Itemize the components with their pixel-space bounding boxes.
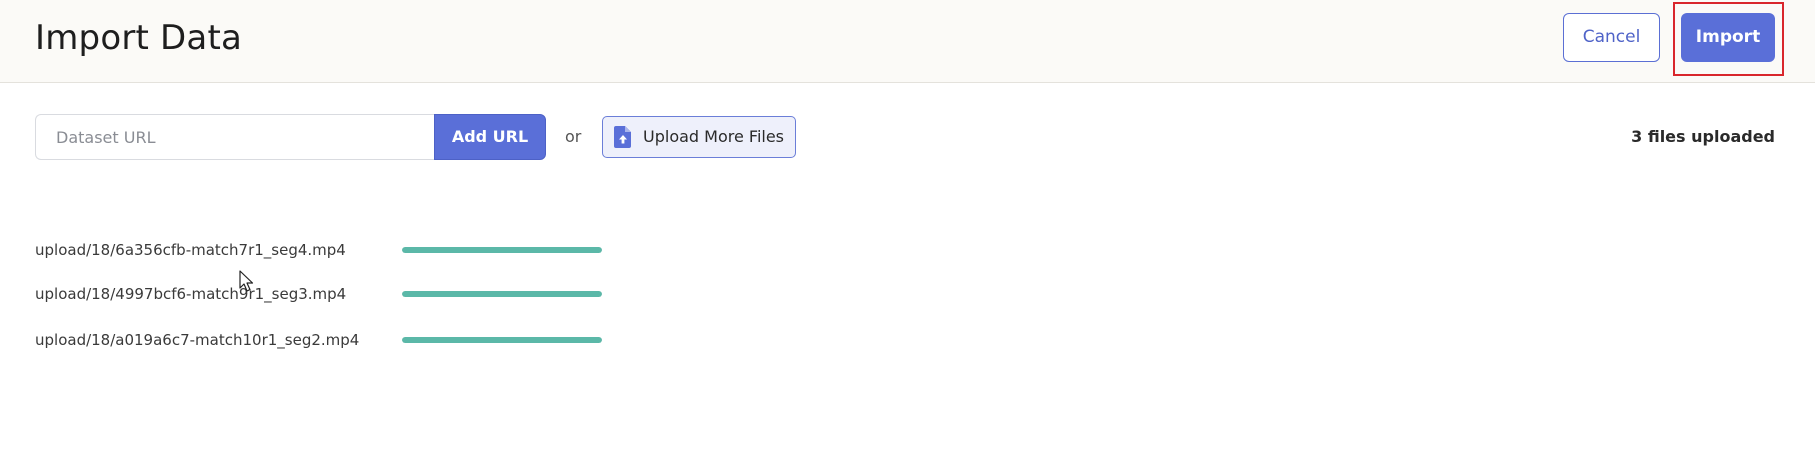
- file-name: upload/18/a019a6c7-match10r1_seg2.mp4: [35, 331, 360, 349]
- file-upload-icon: [614, 126, 631, 148]
- file-row: upload/18/4997bcf6-match9r1_seg3.mp4: [35, 282, 635, 306]
- upload-progress-fill: [402, 337, 602, 343]
- upload-progress-bar: [402, 247, 602, 253]
- upload-more-files-button[interactable]: Upload More Files: [602, 116, 796, 158]
- page-header: Import Data Cancel Import: [0, 0, 1815, 83]
- mouse-cursor-icon: [239, 270, 254, 292]
- file-name: upload/18/6a356cfb-match7r1_seg4.mp4: [35, 241, 346, 259]
- upload-progress-fill: [402, 247, 602, 253]
- or-separator: or: [565, 127, 582, 146]
- page-title: Import Data: [35, 18, 243, 58]
- upload-more-files-label: Upload More Files: [643, 127, 785, 146]
- file-row: upload/18/a019a6c7-match10r1_seg2.mp4: [35, 328, 635, 352]
- import-button[interactable]: Import: [1681, 13, 1775, 62]
- upload-progress-bar: [402, 291, 602, 297]
- file-name: upload/18/4997bcf6-match9r1_seg3.mp4: [35, 285, 347, 303]
- upload-count-text: 3 files uploaded: [1631, 127, 1775, 146]
- add-url-button[interactable]: Add URL: [434, 114, 546, 160]
- upload-progress-fill: [402, 291, 602, 297]
- cancel-button[interactable]: Cancel: [1563, 13, 1660, 62]
- upload-progress-bar: [402, 337, 602, 343]
- dataset-url-input[interactable]: [35, 114, 436, 160]
- file-row: upload/18/6a356cfb-match7r1_seg4.mp4: [35, 238, 635, 262]
